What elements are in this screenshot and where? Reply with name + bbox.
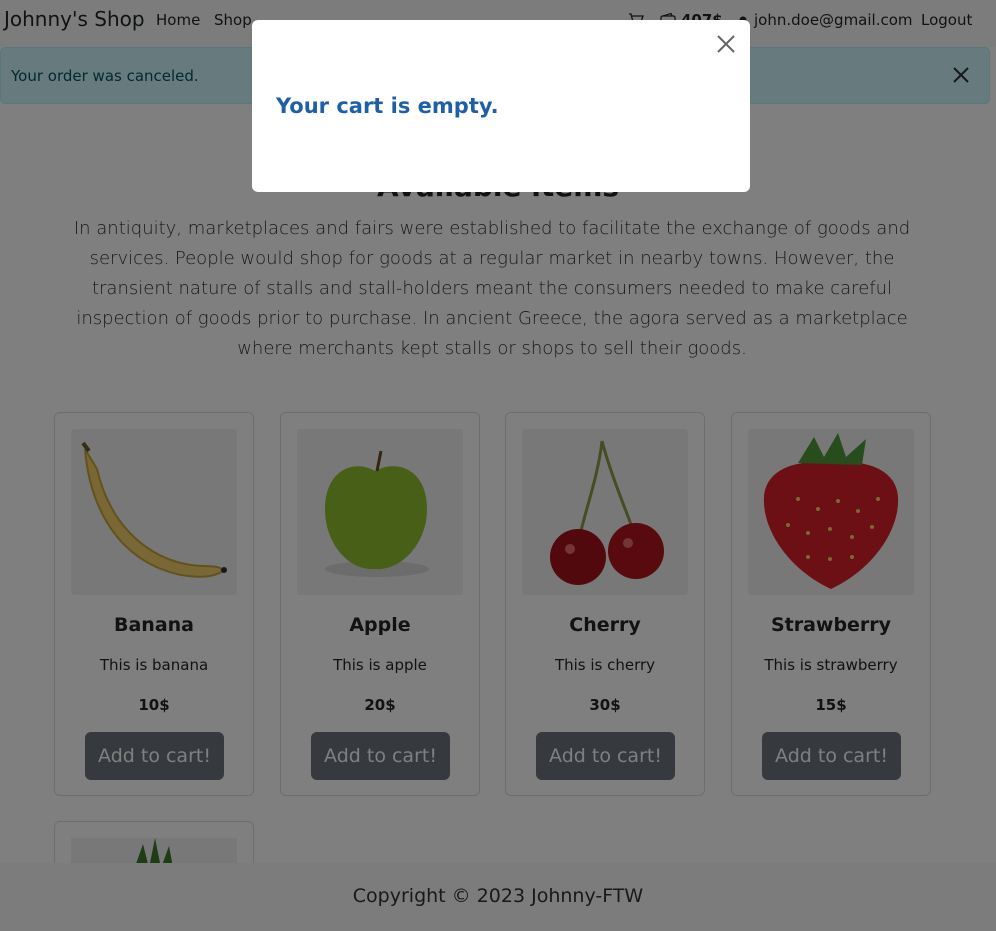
cart-empty-message: Your cart is empty. [276,94,499,118]
cart-modal: Your cart is empty. [252,20,750,192]
close-icon[interactable] [716,34,736,54]
